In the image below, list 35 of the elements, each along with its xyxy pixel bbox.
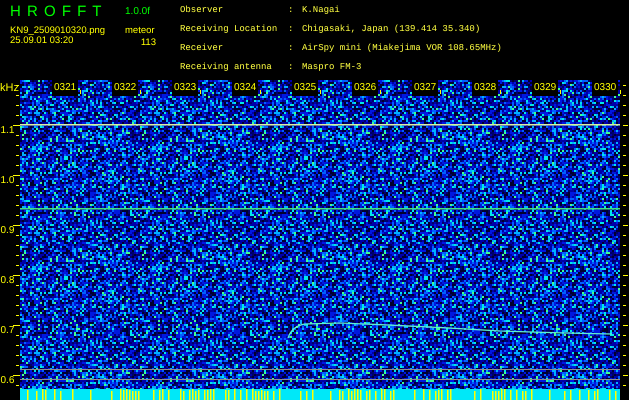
app-title: H R O F F T xyxy=(10,4,104,22)
time-label: 0328 xyxy=(472,80,498,96)
frequency-label: 0.8 xyxy=(0,275,14,286)
count-value: 113 xyxy=(140,38,157,48)
event-type-label: meteor xyxy=(125,26,156,36)
separator: : xyxy=(288,23,294,36)
time-label: 0326 xyxy=(352,80,378,96)
unit-label: kHz xyxy=(0,82,19,94)
time-label: 0323 xyxy=(172,80,198,96)
time-label: 0322 xyxy=(112,80,138,96)
frequency-label: 1.0 xyxy=(0,175,14,186)
frequency-label: 0.7 xyxy=(0,325,14,336)
info-label: Receiving Location xyxy=(180,23,278,36)
info-label: Observer xyxy=(180,4,224,17)
info-value: K.Nagai xyxy=(302,4,341,17)
time-label: 0330 xyxy=(592,80,618,96)
separator: : xyxy=(288,61,294,74)
time-label: 0321 xyxy=(52,80,78,96)
time-label: 0324 xyxy=(232,80,258,96)
info-value: Chigasaki, Japan (139.414 35.340) xyxy=(302,23,482,36)
frequency-label: 0.6 xyxy=(0,375,14,386)
separator: : xyxy=(288,4,294,17)
version-label: 1.0.0f xyxy=(125,5,152,19)
frequency-label: 0.9 xyxy=(0,225,14,236)
info-value: AirSpy mini (Miakejima VOR 108.65MHz) xyxy=(302,42,502,55)
separator: : xyxy=(288,42,294,55)
file-name: KN9_2509010320.png xyxy=(10,26,106,36)
time-label: 0329 xyxy=(532,80,558,96)
time-label: 0325 xyxy=(292,80,318,96)
info-label: Receiving antenna xyxy=(180,61,273,74)
time-label: 0327 xyxy=(412,80,438,96)
info-value: Maspro FM-3 xyxy=(302,61,362,74)
frequency-label: 1.1 xyxy=(0,125,14,136)
info-label: Receiver xyxy=(180,42,224,55)
timestamp: 25.09.01 03:20 xyxy=(10,36,74,48)
